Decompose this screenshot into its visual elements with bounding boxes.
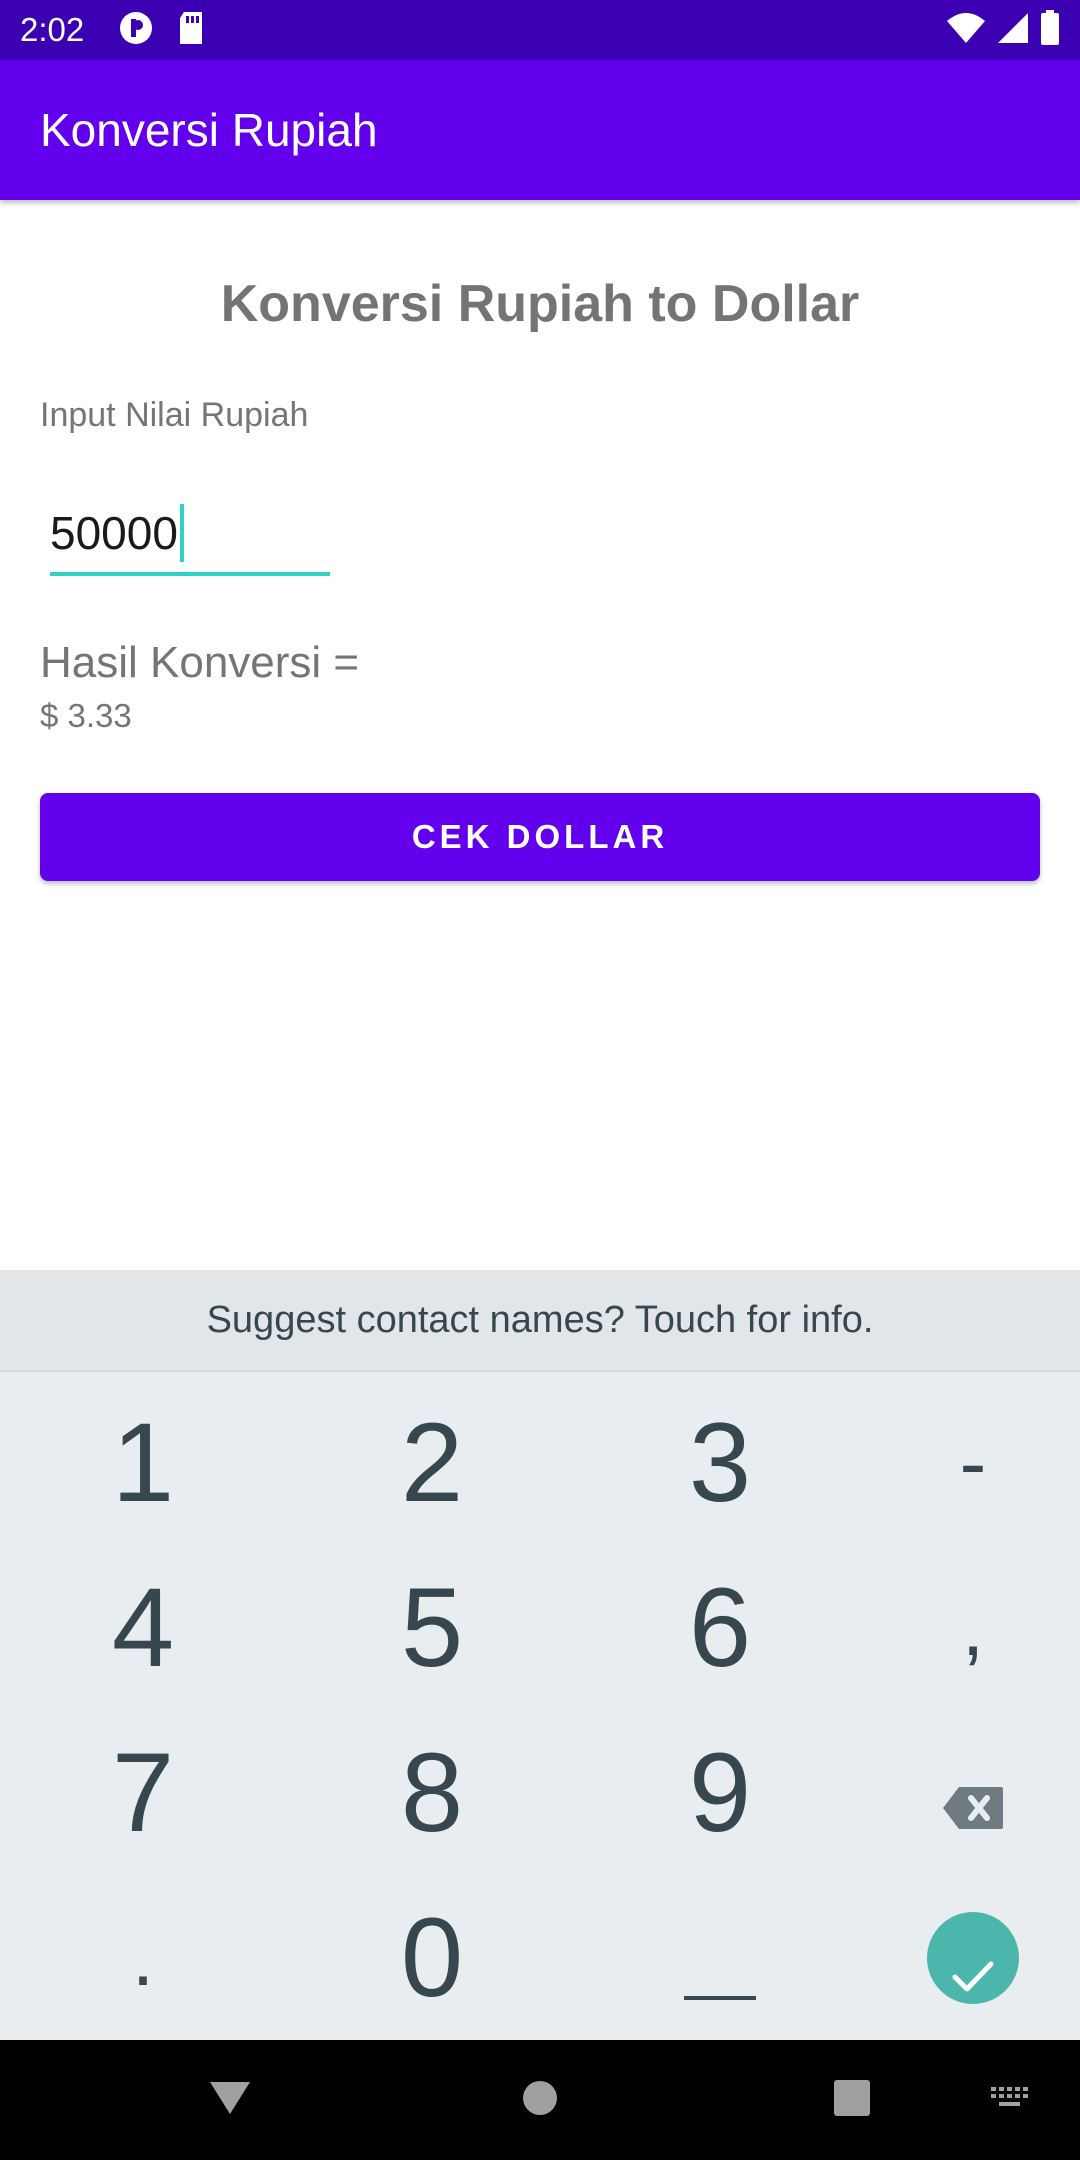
status-right-icons (946, 9, 1060, 51)
input-label: Input Nilai Rupiah (40, 396, 309, 434)
nav-recents-button[interactable] (802, 2040, 902, 2160)
rupiah-input[interactable] (50, 500, 320, 566)
status-bar: 2:02 (0, 0, 1080, 60)
key-6[interactable]: 6 (595, 1545, 845, 1710)
wifi-icon (946, 11, 986, 50)
navigation-bar (0, 2040, 1080, 2160)
nav-back-button[interactable] (180, 2040, 280, 2160)
space-bar-icon (684, 1995, 756, 2000)
key-7[interactable]: 7 (18, 1710, 268, 1875)
key-0[interactable]: 0 (307, 1875, 557, 2040)
suggestion-strip[interactable]: Suggest contact names? Touch for info. (0, 1270, 1080, 1372)
keyboard-switch-button[interactable] (960, 2040, 1060, 2160)
nav-home-button[interactable] (490, 2040, 590, 2160)
rupiah-input-field[interactable] (50, 500, 330, 576)
home-icon (522, 2080, 558, 2121)
sd-card-icon (176, 10, 206, 51)
cell-signal-icon (996, 11, 1030, 50)
key-space[interactable] (595, 1875, 845, 2040)
key-minus[interactable]: - (848, 1380, 1080, 1545)
status-time: 2:02 (20, 11, 85, 48)
app-title: Konversi Rupiah (40, 104, 378, 156)
key-2[interactable]: 2 (307, 1380, 557, 1545)
keyboard-switch-icon (990, 2086, 1030, 2115)
status-left-icons (118, 10, 206, 51)
app-bar: Konversi Rupiah (0, 60, 1080, 200)
key-period[interactable]: . (18, 1875, 268, 2040)
checkmark-icon (949, 1902, 997, 2014)
result-label: Hasil Konversi = (40, 638, 360, 687)
backspace-icon (941, 1737, 1005, 1849)
result-value: $ 3.33 (40, 697, 132, 734)
key-9[interactable]: 9 (595, 1710, 845, 1875)
numeric-keyboard: Suggest contact names? Touch for info. 1… (0, 1270, 1080, 2040)
key-1[interactable]: 1 (18, 1380, 268, 1545)
key-8[interactable]: 8 (307, 1710, 557, 1875)
cek-dollar-button[interactable]: CEK DOLLAR (40, 793, 1040, 881)
app-screen: 2:02 Konversi Rupiah Konversi Rupiah to … (0, 0, 1080, 2160)
notification-p-icon (118, 10, 154, 51)
key-comma[interactable]: , (848, 1545, 1080, 1710)
recents-icon (833, 2079, 871, 2122)
done-button-circle (927, 1911, 1019, 2004)
key-5[interactable]: 5 (307, 1545, 557, 1710)
key-3[interactable]: 3 (595, 1380, 845, 1545)
key-4[interactable]: 4 (18, 1545, 268, 1710)
key-backspace[interactable] (848, 1710, 1080, 1875)
battery-icon (1040, 9, 1060, 51)
back-icon (208, 2078, 252, 2123)
key-done[interactable] (848, 1875, 1080, 2040)
text-cursor (180, 504, 184, 562)
page-heading: Konversi Rupiah to Dollar (220, 275, 860, 333)
